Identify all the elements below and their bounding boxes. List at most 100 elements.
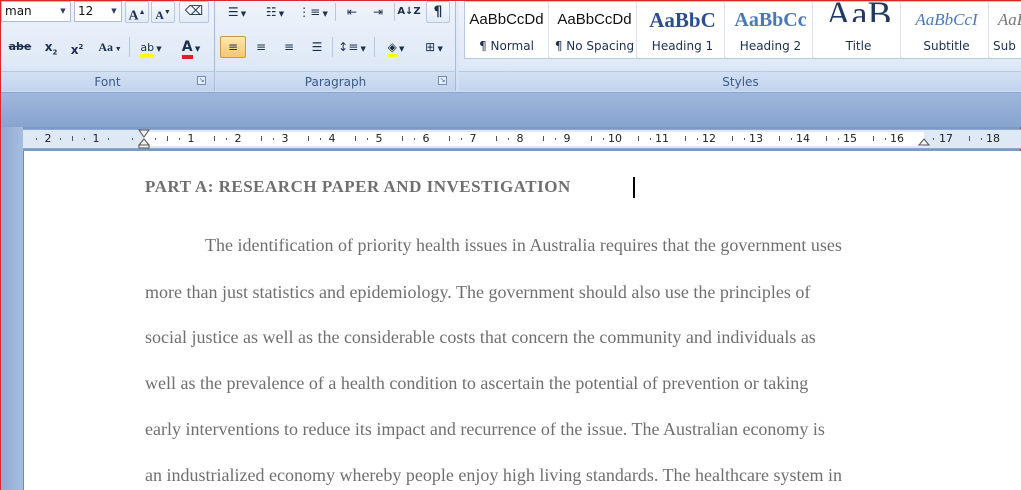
bullets-button[interactable]: ☰ ▼ <box>220 1 254 23</box>
font-group: man ▼ 12 ▼ A▲ A▼ ⌫ abe x2 x2 Aa ▼ ab ▼ A… <box>1 1 215 91</box>
sort-button[interactable]: A↓Z <box>396 1 422 23</box>
change-case-icon: Aa <box>98 40 113 54</box>
font-size-combo[interactable]: 12 ▼ <box>74 1 122 22</box>
paragraph-line: social justice as well as the considerab… <box>145 327 816 347</box>
align-left-icon: ≡ <box>227 40 239 54</box>
sort-icon: A↓Z <box>397 6 421 17</box>
paragraph-line: an industrialized economy whereby people… <box>145 465 842 485</box>
first-line-indent-marker[interactable] <box>138 129 150 149</box>
vertical-ruler <box>1 127 23 490</box>
font-color-button[interactable]: A ▼ <box>172 36 210 59</box>
increase-indent-button[interactable]: ⇥ <box>366 1 390 23</box>
chevron-down-icon[interactable]: ▼ <box>108 3 120 20</box>
pilcrow-icon: ¶ <box>433 4 443 20</box>
separator <box>394 3 395 21</box>
shading-button[interactable]: ◈ ▼ <box>378 36 414 58</box>
style-heading-1[interactable]: AaBbC Heading 1 <box>641 2 725 58</box>
ribbon: man ▼ 12 ▼ A▲ A▼ ⌫ abe x2 x2 Aa ▼ ab ▼ A… <box>1 1 1021 93</box>
styles-gallery: AaBbCcDd ¶ Normal AaBbCcDd ¶ No Spacing … <box>464 1 1021 59</box>
multilevel-list-icon: ⋮≡ <box>298 5 321 19</box>
document-heading: PART A: RESEARCH PAPER AND INVESTIGATION <box>145 177 571 196</box>
clear-formatting-button[interactable]: ⌫ <box>179 1 209 23</box>
line-spacing-icon: ↕≡ <box>338 40 359 54</box>
borders-icon: ⊞ <box>425 40 436 54</box>
separator <box>332 37 333 57</box>
show-marks-button[interactable]: ¶ <box>426 1 450 23</box>
paint-bucket-icon: ◈ <box>387 40 397 57</box>
font-name-value: man <box>5 4 32 18</box>
style-normal[interactable]: AaBbCcDd ¶ Normal <box>465 2 549 58</box>
highlighter-icon: ab <box>140 41 155 58</box>
ruler-ticks <box>23 130 1021 148</box>
paragraph-group: ☰ ▼ ☷ ▼ ⋮≡ ▼ ⇤ ⇥ A↓Z ¶ ≡ ≡ ≡ ☰ ↕≡ ▼ ◈ ▼ … <box>216 1 456 91</box>
separator <box>335 3 336 21</box>
paragraph-line: more than just statistics and epidemiolo… <box>145 282 811 302</box>
text-caret <box>633 177 635 198</box>
separator <box>374 37 375 57</box>
paragraph-line: early interventions to reduce its impact… <box>145 419 825 439</box>
align-right-icon: ≡ <box>283 40 295 54</box>
paragraph-dialog-launcher[interactable]: ↘ <box>438 76 447 85</box>
shrink-font-button[interactable]: A▼ <box>151 1 175 23</box>
styles-group-label: Styles <box>459 71 1021 91</box>
style-no-spacing[interactable]: AaBbCcDd ¶ No Spacing <box>553 2 637 58</box>
font-size-value: 12 <box>78 4 94 18</box>
style-preview: AaBbC <box>649 8 716 32</box>
style-preview: AaBbCcDd <box>469 11 544 28</box>
style-heading-2[interactable]: AaBbCc Heading 2 <box>729 2 813 58</box>
paragraph-group-label: Paragraph <box>216 71 455 91</box>
borders-button[interactable]: ⊞ ▼ <box>416 36 452 58</box>
document-page[interactable]: PART A: RESEARCH PAPER AND INVESTIGATION… <box>23 151 1021 490</box>
style-name: Title <box>845 39 872 53</box>
style-preview: AaBbCcI <box>915 10 978 29</box>
horizontal-ruler[interactable]: 2 1 1 2 3 4 5 6 7 8 9 10 11 12 13 14 15 … <box>23 129 1021 149</box>
font-group-label: Font <box>1 71 214 91</box>
align-left-button[interactable]: ≡ <box>220 36 246 58</box>
style-name: Heading 2 <box>739 39 802 53</box>
grow-font-button[interactable]: A▲ <box>125 1 149 24</box>
styles-group: AaBbCcDd ¶ Normal AaBbCcDd ¶ No Spacing … <box>459 1 1021 91</box>
shrink-font-icon: A <box>155 8 164 22</box>
strikethrough-icon: abe <box>8 40 32 53</box>
chevron-down-icon[interactable]: ▼ <box>57 3 69 20</box>
bullets-icon: ☰ <box>227 5 239 19</box>
grow-font-icon: A <box>128 8 139 24</box>
style-preview: AaB <box>997 10 1021 29</box>
document-header-band <box>1 93 1021 127</box>
align-center-icon: ≡ <box>255 40 267 54</box>
paragraph-line: well as the prevalence of a health condi… <box>145 373 809 393</box>
style-preview: AaBbCc <box>734 9 807 31</box>
justify-button[interactable]: ☰ <box>304 36 330 58</box>
separator <box>129 37 130 57</box>
justify-icon: ☰ <box>311 40 323 54</box>
numbering-icon: ☷ <box>265 5 277 19</box>
highlight-button[interactable]: ab ▼ <box>132 36 170 58</box>
strikethrough-button[interactable]: abe <box>3 36 37 58</box>
style-name: Subtitle <box>923 39 970 53</box>
font-name-combo[interactable]: man ▼ <box>1 1 71 22</box>
style-title[interactable]: AaB Title <box>817 1 901 58</box>
eraser-icon: ⌫ <box>184 4 204 19</box>
increase-indent-icon: ⇥ <box>372 5 384 19</box>
style-subtle[interactable]: AaB Sub <box>993 2 1021 58</box>
multilevel-list-button[interactable]: ⋮≡ ▼ <box>296 1 330 23</box>
superscript-button[interactable]: x2 <box>65 36 89 58</box>
style-subtitle[interactable]: AaBbCcI Subtitle <box>905 2 989 58</box>
numbering-button[interactable]: ☷ ▼ <box>258 1 292 23</box>
decrease-indent-icon: ⇤ <box>346 5 358 19</box>
right-indent-marker[interactable] <box>918 129 930 149</box>
font-dialog-launcher[interactable]: ↘ <box>197 76 206 85</box>
paragraph-line: The identification of priority health is… <box>205 235 842 255</box>
subscript-button[interactable]: x2 <box>39 36 63 58</box>
change-case-button[interactable]: Aa ▼ <box>93 36 127 58</box>
style-name: Heading 1 <box>651 39 714 53</box>
decrease-indent-button[interactable]: ⇤ <box>340 1 364 23</box>
align-right-button[interactable]: ≡ <box>276 36 302 58</box>
line-spacing-button[interactable]: ↕≡ ▼ <box>334 36 370 58</box>
style-name: ¶ Normal <box>479 39 534 53</box>
font-color-icon: A <box>181 39 193 59</box>
style-preview: AaB <box>825 1 892 22</box>
style-preview: AaBbCcDd <box>557 11 632 28</box>
style-name: ¶ No Spacing <box>554 39 635 53</box>
align-center-button[interactable]: ≡ <box>248 36 274 58</box>
